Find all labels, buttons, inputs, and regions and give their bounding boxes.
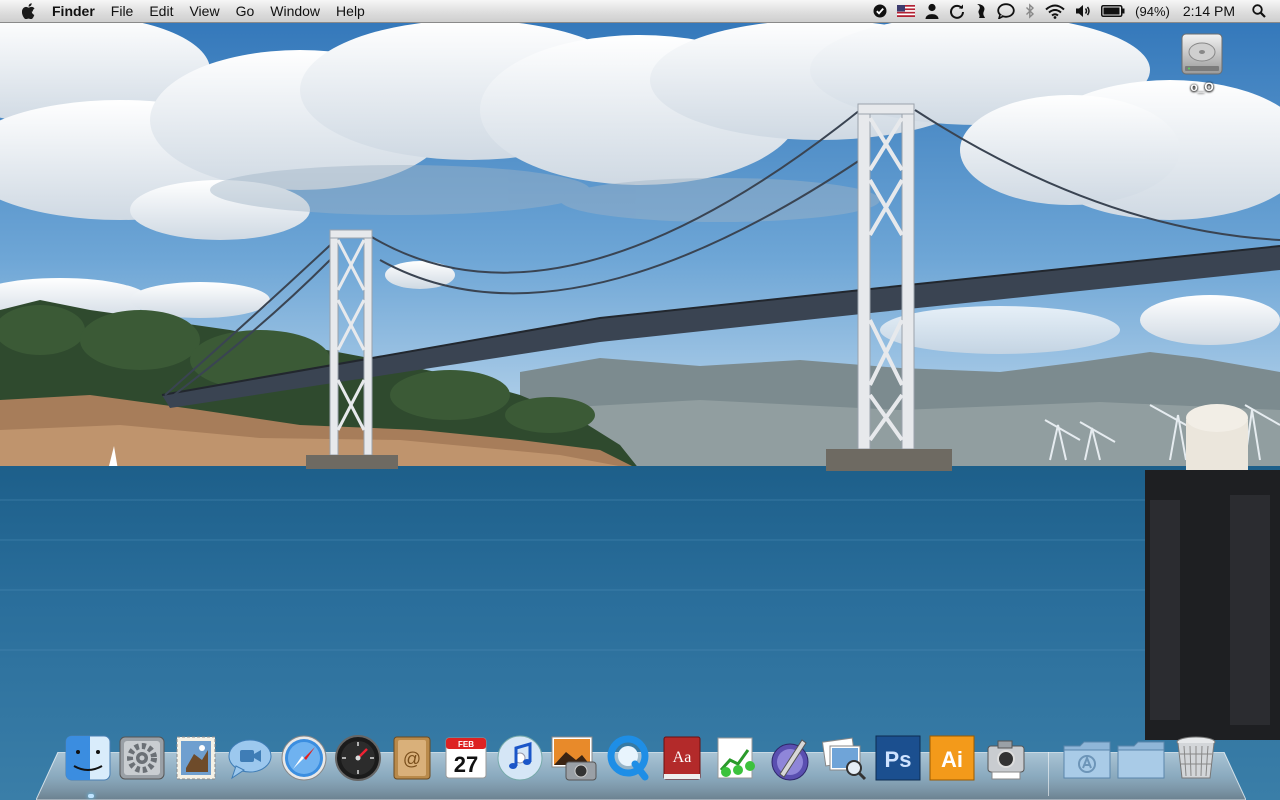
dock-separator — [1048, 752, 1049, 796]
dictionary-book-icon: Aa — [663, 736, 701, 780]
us-flag-icon[interactable] — [897, 0, 916, 22]
menu-clock[interactable]: 2:14 PM — [1183, 0, 1235, 22]
apple-logo-icon[interactable] — [18, 0, 40, 22]
user-icon[interactable] — [925, 0, 939, 22]
menu-view[interactable]: View — [181, 0, 227, 22]
spotlight-magnifier-icon[interactable] — [1252, 0, 1266, 22]
compass-icon — [281, 735, 327, 781]
dock-item-ichat[interactable] — [226, 734, 274, 782]
camera-icon — [987, 740, 1025, 780]
ai-icon: Ai — [929, 735, 975, 781]
trash-icon — [1176, 736, 1216, 779]
menu-help[interactable]: Help — [328, 0, 373, 22]
dock-item-activity[interactable] — [712, 734, 760, 782]
dock-item-image-capture[interactable] — [982, 734, 1030, 782]
photos-magnifier-icon — [821, 737, 867, 781]
wifi-icon[interactable] — [1045, 0, 1065, 22]
camera-photo-icon — [551, 736, 597, 781]
video-chat-bubble-icon — [228, 739, 272, 780]
speech-bubble-icon[interactable] — [997, 0, 1015, 22]
dock-item-preview[interactable] — [820, 734, 868, 782]
dock-item-dictionary[interactable]: Aa — [658, 734, 706, 782]
volume-icon[interactable] — [1075, 0, 1091, 22]
applications-folder-icon — [1063, 741, 1111, 779]
calendar-month: FEB — [458, 740, 474, 749]
dock-item-itunes[interactable] — [496, 734, 544, 782]
dock-item-ical[interactable]: FEB 27 — [442, 734, 490, 782]
chart-people-icon — [717, 737, 755, 779]
time-machine-sync-icon[interactable] — [949, 0, 965, 22]
dictionary-label: Aa — [673, 749, 692, 766]
menu-file[interactable]: File — [103, 0, 142, 22]
finder-icon — [65, 735, 111, 781]
dock-item-trash[interactable] — [1172, 734, 1220, 782]
menu-extras: (94%) 2:14 PM — [868, 0, 1280, 22]
dock-item-illustrator[interactable]: Ai — [928, 734, 976, 782]
menu-app-finder[interactable]: Finder — [44, 0, 103, 22]
menu-bar: Finder File Edit View Go Window Help (94… — [0, 0, 1280, 23]
music-note-cd-icon — [497, 735, 543, 781]
battery-percentage[interactable]: (94%) — [1135, 0, 1170, 22]
menu-window[interactable]: Window — [262, 0, 328, 22]
calendar-icon: FEB 27 — [445, 737, 487, 779]
dock-item-safari[interactable] — [280, 734, 328, 782]
dock-item-applications-stack[interactable] — [1062, 734, 1111, 782]
hard-drive-icon — [1181, 33, 1223, 75]
desktop-hard-drive[interactable]: o_O — [1176, 30, 1228, 96]
mail-stamp-icon — [176, 736, 216, 780]
finder-running-indicator — [88, 794, 94, 798]
dock-item-finder[interactable] — [64, 734, 112, 782]
dock-item-iphoto[interactable] — [550, 734, 598, 782]
menu-edit[interactable]: Edit — [141, 0, 181, 22]
dock-item-quicktime[interactable] — [604, 734, 652, 782]
gauge-icon — [335, 735, 381, 781]
svg-text:@: @ — [403, 749, 421, 769]
desktop-icon-label: o_O — [1190, 80, 1214, 94]
calendar-day: 27 — [454, 752, 478, 777]
bluetooth-icon[interactable] — [1025, 0, 1035, 22]
checkmark-circle-icon[interactable] — [873, 0, 887, 22]
folder-icon — [1117, 741, 1165, 779]
illustrator-label: Ai — [941, 747, 963, 772]
menu-go[interactable]: Go — [228, 0, 263, 22]
script-icon[interactable] — [975, 0, 987, 22]
battery-icon[interactable] — [1101, 0, 1125, 22]
photoshop-label: Ps — [885, 747, 912, 772]
ps-icon: Ps — [875, 735, 921, 781]
dock-item-documents-stack[interactable] — [1116, 734, 1165, 782]
gears-icon — [119, 736, 165, 780]
dock-item-mail[interactable] — [172, 734, 220, 782]
address-book-icon: @ — [393, 736, 431, 780]
pen-nib-icon — [771, 739, 809, 781]
dock-item-dashboard[interactable] — [334, 734, 382, 782]
dock-item-system-preferences[interactable] — [118, 734, 166, 782]
dock-item-script-editor[interactable] — [766, 734, 814, 782]
desktop-wallpaper — [0, 0, 1280, 800]
dock-item-photoshop[interactable]: Ps — [874, 734, 922, 782]
dock-item-address-book[interactable]: @ — [388, 734, 436, 782]
quicktime-q-icon — [607, 735, 649, 781]
